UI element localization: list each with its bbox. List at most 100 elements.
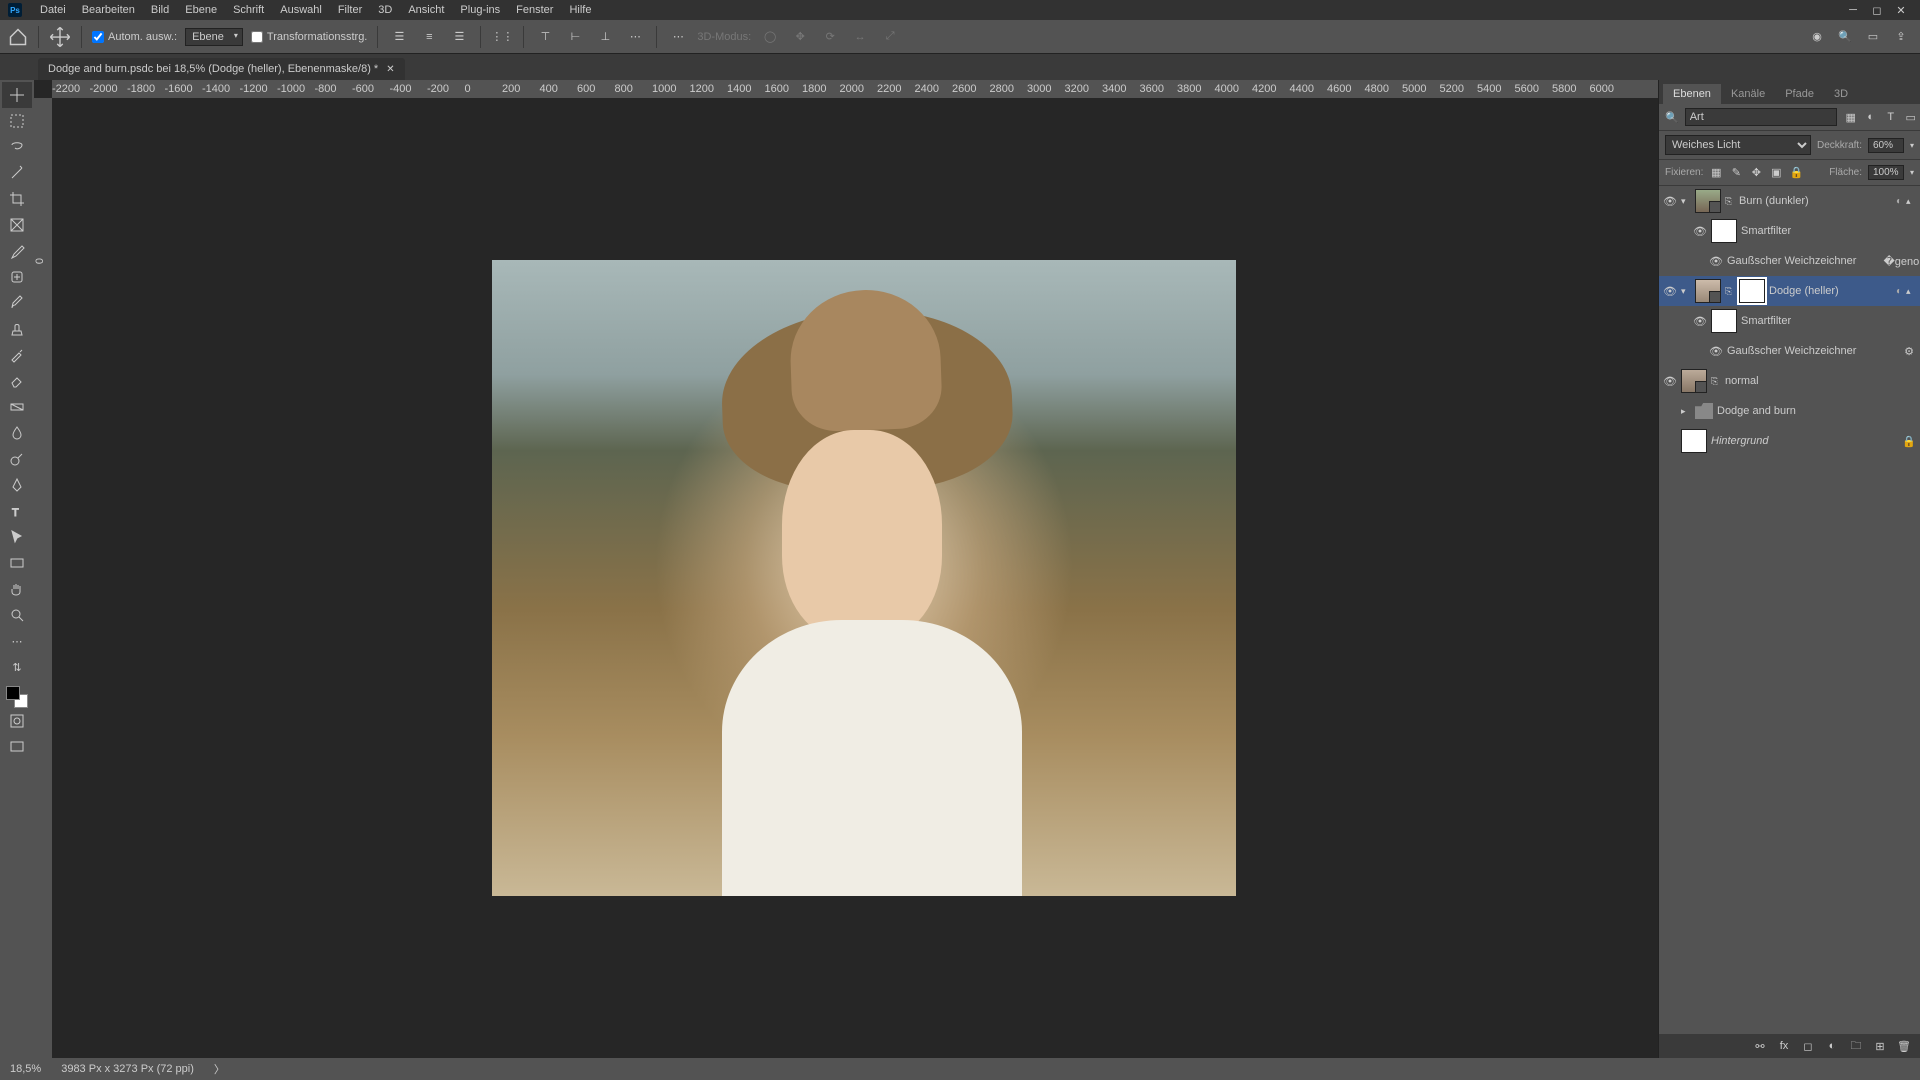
window-maximize-button[interactable]: ◻ (1866, 3, 1888, 17)
filter-name[interactable]: Gaußscher Weichzeichner (1727, 255, 1898, 267)
distribute-v-icon[interactable]: ⋯ (624, 26, 646, 48)
share-icon[interactable]: ⇪ (1890, 26, 1912, 48)
layer-name[interactable]: Hintergrund (1711, 435, 1898, 447)
history-brush-tool[interactable] (2, 342, 32, 368)
align-right-icon[interactable]: ☰ (448, 26, 470, 48)
expand-arrow-icon[interactable]: ▾ (1681, 286, 1691, 297)
rectangle-tool[interactable] (2, 550, 32, 576)
align-top-icon[interactable]: ⊤ (534, 26, 556, 48)
layer-name[interactable]: Burn (dunkler) (1739, 195, 1892, 207)
document-image[interactable] (492, 260, 1236, 896)
close-tab-icon[interactable]: ✕ (386, 64, 394, 75)
status-flyout-icon[interactable]: 〉 (214, 1061, 225, 1077)
auto-select-input[interactable] (92, 31, 104, 43)
visibility-toggle[interactable]: 👁 (1663, 194, 1677, 208)
layer-thumbnail[interactable] (1695, 279, 1721, 303)
layer-thumbnail[interactable] (1695, 189, 1721, 213)
menu-bild[interactable]: Bild (143, 4, 177, 16)
adjustment-layer-icon[interactable]: ◐ (1824, 1038, 1840, 1054)
align-middle-icon[interactable]: ⊢ (564, 26, 586, 48)
smartfilter-header[interactable]: 👁 Smartfilter (1659, 306, 1920, 336)
document-tab[interactable]: Dodge and burn.psdc bei 18,5% (Dodge (he… (38, 58, 405, 80)
fx-expand-icon[interactable]: ▴ (1906, 196, 1916, 207)
clone-stamp-tool[interactable] (2, 316, 32, 342)
align-left-icon[interactable]: ☰ (388, 26, 410, 48)
smartfilter-item[interactable]: 👁 Gaußscher Weichzeichner �genome (1659, 246, 1920, 276)
layer-filter-type[interactable] (1685, 108, 1837, 126)
new-group-icon[interactable]: 🗀 (1848, 1038, 1864, 1054)
filter-mask-thumbnail[interactable] (1711, 309, 1737, 333)
background-layer-row[interactable]: Hintergrund 🔒 (1659, 426, 1920, 456)
search-icon[interactable]: 🔍 (1834, 26, 1856, 48)
opacity-flyout-icon[interactable]: ▾ (1910, 141, 1914, 150)
layer-name[interactable]: Dodge (heller) (1769, 285, 1892, 297)
layer-thumbnail[interactable] (1681, 369, 1707, 393)
visibility-toggle[interactable]: 👁 (1663, 374, 1677, 388)
menu-fenster[interactable]: Fenster (508, 4, 561, 16)
layer-group-row[interactable]: ▸ Dodge and burn (1659, 396, 1920, 426)
crop-tool[interactable] (2, 186, 32, 212)
align-center-h-icon[interactable]: ≡ (418, 26, 440, 48)
brush-tool[interactable] (2, 290, 32, 316)
eraser-tool[interactable] (2, 368, 32, 394)
filter-adjustment-icon[interactable]: ◐ (1863, 109, 1879, 125)
visibility-toggle[interactable] (1663, 434, 1677, 448)
fill-value[interactable]: 100% (1868, 165, 1904, 180)
move-tool-indicator[interactable] (49, 26, 71, 48)
more-tools-icon[interactable]: ⋯ (2, 628, 32, 654)
menu-bearbeiten[interactable]: Bearbeiten (74, 4, 143, 16)
layer-name[interactable]: normal (1725, 375, 1916, 387)
lasso-tool[interactable] (2, 134, 32, 160)
blur-tool[interactable] (2, 420, 32, 446)
auto-select-target[interactable]: Ebene (185, 28, 243, 46)
filter-name[interactable]: Gaußscher Weichzeichner (1727, 345, 1898, 357)
menu-ansicht[interactable]: Ansicht (400, 4, 452, 16)
layer-mask-icon[interactable]: ◻ (1800, 1038, 1816, 1054)
filter-shape-icon[interactable]: ▭ (1903, 109, 1919, 125)
edit-toolbar-icon[interactable]: ⇅ (2, 654, 32, 680)
lock-transparency-icon[interactable]: ▦ (1709, 166, 1723, 180)
menu-auswahl[interactable]: Auswahl (272, 4, 330, 16)
auto-select-checkbox[interactable]: Autom. ausw.: (92, 31, 177, 43)
magic-wand-tool[interactable] (2, 160, 32, 186)
window-minimize-button[interactable]: ─ (1842, 3, 1864, 17)
gradient-tool[interactable] (2, 394, 32, 420)
cloud-docs-icon[interactable]: ◉ (1806, 26, 1828, 48)
hand-tool[interactable] (2, 576, 32, 602)
color-swatches[interactable] (6, 686, 28, 708)
lock-pixels-icon[interactable]: ✎ (1729, 166, 1743, 180)
filter-blend-options-icon[interactable]: �genome (1902, 254, 1916, 268)
blend-mode-select[interactable]: Weiches Licht (1665, 135, 1811, 155)
tab-pfade[interactable]: Pfade (1775, 84, 1824, 104)
smartfilter-header[interactable]: 👁 Smartfilter (1659, 216, 1920, 246)
delete-layer-icon[interactable]: 🗑 (1896, 1038, 1912, 1054)
distribute-icon[interactable]: ⋮⋮ (491, 26, 513, 48)
path-selection-tool[interactable] (2, 524, 32, 550)
zoom-tool[interactable] (2, 602, 32, 628)
layer-row[interactable]: 👁 ▾ ⎘ Burn (dunkler) ◐ ▴ (1659, 186, 1920, 216)
smartfilter-item[interactable]: 👁 Gaußscher Weichzeichner ⚙ (1659, 336, 1920, 366)
menu-3d[interactable]: 3D (370, 4, 400, 16)
fx-icon[interactable]: ◐ (1896, 196, 1902, 207)
document-dimensions[interactable]: 3983 Px x 3273 Px (72 ppi) (61, 1063, 194, 1075)
layer-thumbnail[interactable] (1681, 429, 1707, 453)
more-options-icon[interactable]: ⋯ (667, 26, 689, 48)
filter-type-icon[interactable]: T (1883, 109, 1899, 125)
foreground-color[interactable] (6, 686, 20, 700)
screen-mode-icon[interactable] (2, 734, 32, 760)
visibility-toggle[interactable]: 👁 (1663, 284, 1677, 298)
type-tool[interactable]: T (2, 498, 32, 524)
new-layer-icon[interactable]: ⊞ (1872, 1038, 1888, 1054)
healing-brush-tool[interactable] (2, 264, 32, 290)
menu-hilfe[interactable]: Hilfe (561, 4, 599, 16)
tab-3d[interactable]: 3D (1824, 84, 1858, 104)
move-tool[interactable] (2, 82, 32, 108)
frame-tool[interactable] (2, 212, 32, 238)
opacity-value[interactable]: 60% (1868, 138, 1904, 153)
workspace-icon[interactable]: ▭ (1862, 26, 1884, 48)
menu-schrift[interactable]: Schrift (225, 4, 272, 16)
align-bottom-icon[interactable]: ⊥ (594, 26, 616, 48)
pen-tool[interactable] (2, 472, 32, 498)
lock-all-icon[interactable]: 🔒 (1789, 166, 1803, 180)
menu-plugins[interactable]: Plug-ins (452, 4, 508, 16)
